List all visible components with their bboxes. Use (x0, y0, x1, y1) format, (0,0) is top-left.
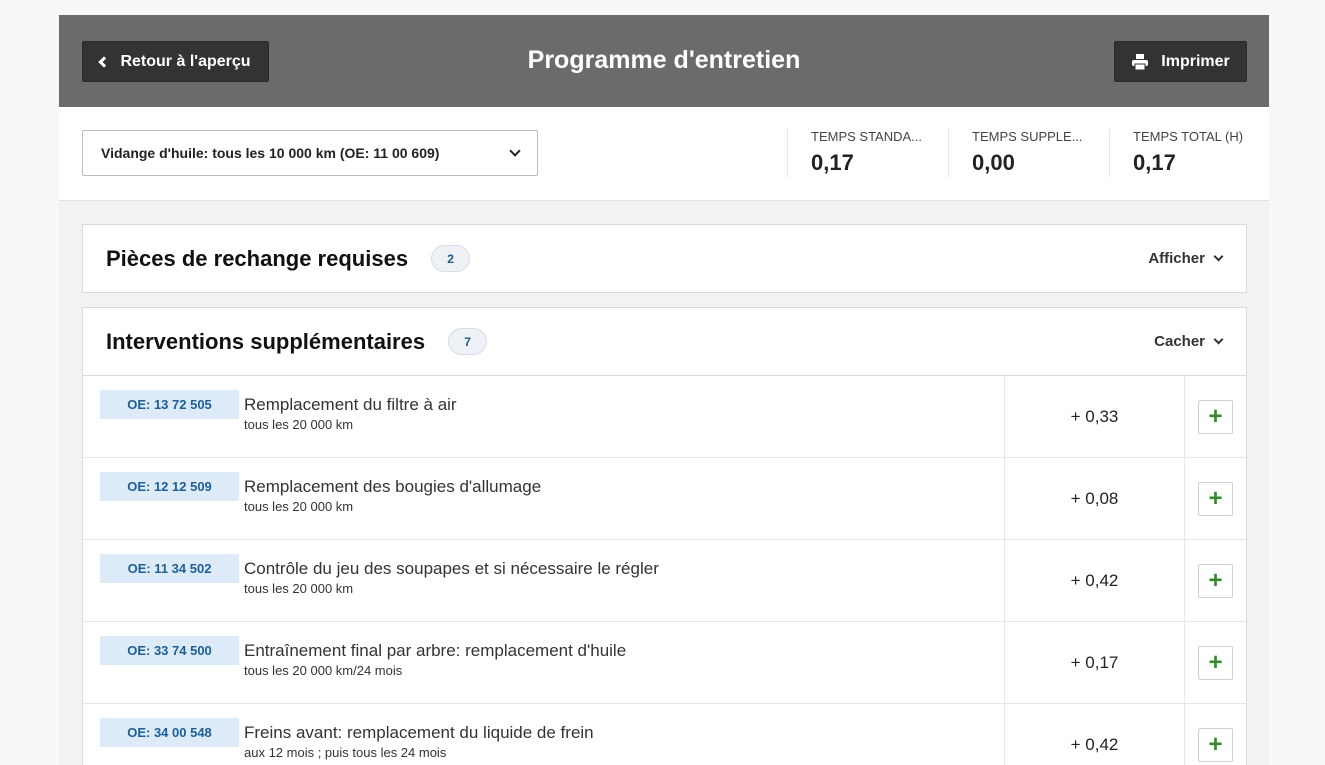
hide-toggle[interactable]: Cacher (1154, 308, 1224, 375)
oe-badge: OE: 13 72 505 (100, 390, 239, 419)
oe-badge: OE: 33 74 500 (100, 636, 239, 665)
table-row: OE: 34 00 548 Freins avant: remplacement… (83, 704, 1246, 765)
stat-value: 0,17 (811, 150, 854, 175)
count-badge: 2 (431, 245, 471, 272)
row-title: Freins avant: remplacement du liquide de… (244, 723, 594, 742)
table-row: OE: 33 74 500 Entraînement final par arb… (83, 622, 1246, 704)
stat-value: 0,17 (1133, 150, 1176, 175)
spare-parts-panel: Pièces de rechange requises 2 Afficher (82, 224, 1247, 293)
row-action: + (1185, 622, 1246, 703)
row-time: + 0,33 (1005, 376, 1185, 457)
oe-badge: OE: 11 34 502 (100, 554, 239, 583)
printer-icon (1132, 53, 1149, 70)
service-select-value: Vidange d'huile: tous les 10 000 km (OE:… (101, 145, 440, 161)
table-row: OE: 11 34 502 Contrôle du jeu des soupap… (83, 540, 1246, 622)
stat-label: TEMPS TOTAL (H) (1133, 129, 1244, 144)
row-action: + (1185, 540, 1246, 621)
stat-label: TEMPS SUPPLE... (972, 129, 1083, 144)
panel-title: Interventions supplémentaires (106, 328, 426, 354)
chevron-down-icon (1213, 251, 1224, 262)
row-action: + (1185, 376, 1246, 457)
toolbar: Vidange d'huile: tous les 10 000 km (OE:… (59, 107, 1269, 201)
row-interval: tous les 20 000 km (244, 499, 354, 514)
row-info: OE: 34 00 548 Freins avant: remplacement… (83, 704, 1005, 765)
count-badge: 7 (448, 328, 488, 355)
row-title: Entraînement final par arbre: remplaceme… (244, 641, 627, 660)
row-time: + 0,42 (1005, 704, 1185, 765)
show-toggle[interactable]: Afficher (1148, 225, 1224, 292)
add-intervention-button[interactable]: + (1198, 481, 1233, 516)
row-info: OE: 12 12 509 Remplacement des bougies d… (83, 458, 1005, 539)
add-intervention-button[interactable]: + (1198, 645, 1233, 680)
interventions-header: Interventions supplémentaires 7 Cacher (83, 308, 1246, 375)
interventions-panel: Interventions supplémentaires 7 Cacher O… (82, 307, 1247, 765)
toggle-label: Cacher (1154, 333, 1205, 350)
add-intervention-button[interactable]: + (1198, 727, 1233, 762)
row-action: + (1185, 704, 1246, 765)
print-button[interactable]: Imprimer (1114, 41, 1247, 82)
page-title: Programme d'entretien (527, 46, 801, 74)
oe-badge: OE: 34 00 548 (100, 718, 239, 747)
stat-total-time: TEMPS TOTAL (H) 0,17 (1109, 129, 1269, 177)
row-title: Remplacement des bougies d'allumage (244, 477, 542, 496)
row-interval: tous les 20 000 km (244, 581, 354, 596)
stat-value: 0,00 (972, 150, 1015, 175)
stat-standard-time: TEMPS STANDA... 0,17 (787, 129, 948, 177)
row-time: + 0,42 (1005, 540, 1185, 621)
stat-label: TEMPS STANDA... (811, 129, 922, 144)
panel-title: Pièces de rechange requises (106, 245, 409, 271)
row-interval: tous les 20 000 km/24 mois (244, 663, 403, 678)
table-row: OE: 12 12 509 Remplacement des bougies d… (83, 458, 1246, 540)
chevron-down-icon (509, 145, 521, 157)
print-button-label: Imprimer (1161, 52, 1230, 70)
row-time: + 0,17 (1005, 622, 1185, 703)
row-action: + (1185, 458, 1246, 539)
oe-badge: OE: 12 12 509 (100, 472, 239, 501)
table-row: OE: 13 72 505 Remplacement du filtre à a… (83, 376, 1246, 458)
add-intervention-button[interactable]: + (1198, 563, 1233, 598)
chevron-down-icon (1213, 334, 1224, 345)
toggle-label: Afficher (1148, 250, 1205, 267)
add-intervention-button[interactable]: + (1198, 399, 1233, 434)
stat-additional-time: TEMPS SUPPLE... 0,00 (948, 129, 1109, 177)
header-bar: Retour à l'aperçu Programme d'entretien … (59, 15, 1269, 107)
row-title: Contrôle du jeu des soupapes et si néces… (244, 559, 659, 578)
row-interval: tous les 20 000 km (244, 417, 354, 432)
row-info: OE: 33 74 500 Entraînement final par arb… (83, 622, 1005, 703)
service-select[interactable]: Vidange d'huile: tous les 10 000 km (OE:… (82, 130, 538, 176)
spare-parts-header: Pièces de rechange requises 2 Afficher (83, 225, 1246, 292)
row-info: OE: 11 34 502 Contrôle du jeu des soupap… (83, 540, 1005, 621)
row-interval: aux 12 mois ; puis tous les 24 mois (244, 745, 447, 760)
row-title: Remplacement du filtre à air (244, 395, 457, 414)
row-info: OE: 13 72 505 Remplacement du filtre à a… (83, 376, 1005, 457)
interventions-list: OE: 13 72 505 Remplacement du filtre à a… (83, 375, 1246, 765)
app-window: Retour à l'aperçu Programme d'entretien … (59, 15, 1269, 765)
row-time: + 0,08 (1005, 458, 1185, 539)
